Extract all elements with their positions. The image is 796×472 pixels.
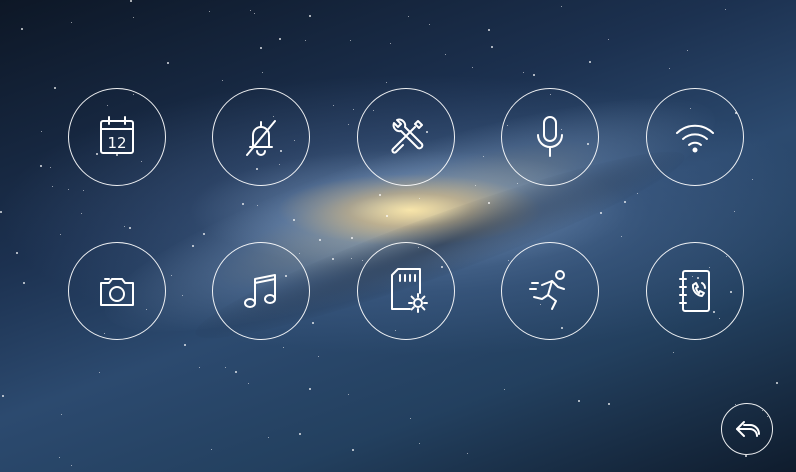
calendar-button[interactable]: 12 xyxy=(68,88,166,186)
phonebook-icon xyxy=(679,270,710,312)
tools-button[interactable] xyxy=(357,88,455,186)
sd-card-settings-button[interactable] xyxy=(357,242,455,340)
back-button[interactable] xyxy=(721,403,773,455)
tools-icon xyxy=(391,118,424,154)
microphone-button[interactable] xyxy=(501,88,599,186)
music-note-icon xyxy=(244,274,276,308)
back-arrow-icon xyxy=(736,421,760,437)
wifi-button[interactable] xyxy=(646,88,744,186)
menu-screen: 12 xyxy=(0,0,796,472)
calendar-day: 12 xyxy=(107,134,126,152)
wifi-icon xyxy=(676,124,714,153)
bell-mute-icon xyxy=(246,120,276,156)
camera-icon xyxy=(100,278,134,306)
phonebook-button[interactable] xyxy=(646,242,744,340)
icon-grid: 12 xyxy=(0,0,796,472)
running-mode-button[interactable] xyxy=(501,242,599,340)
sd-card-settings-icon xyxy=(391,268,428,313)
music-button[interactable] xyxy=(212,242,310,340)
calendar-icon: 12 xyxy=(100,116,134,154)
running-person-icon xyxy=(529,270,565,310)
camera-button[interactable] xyxy=(68,242,166,340)
microphone-icon xyxy=(537,116,563,157)
mute-bell-button[interactable] xyxy=(212,88,310,186)
